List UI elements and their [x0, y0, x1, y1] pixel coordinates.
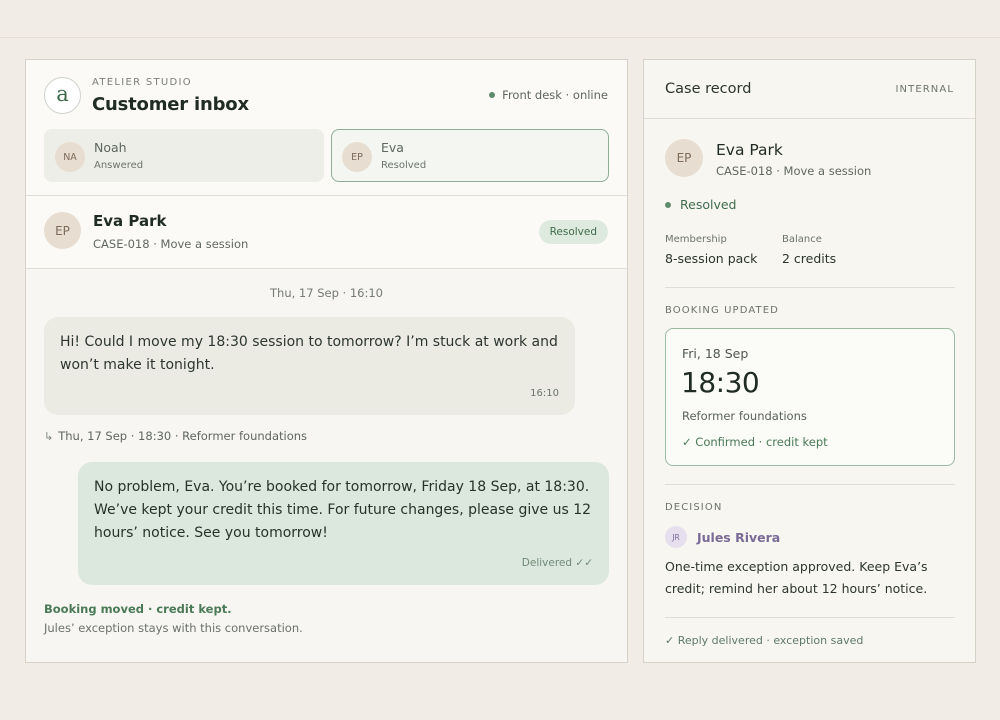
- divider: [665, 287, 955, 288]
- customer-name: Eva Park: [716, 141, 783, 159]
- resolution-note: Booking moved · credit kept.: [44, 602, 232, 616]
- reply-arrow-icon: ↳: [44, 429, 54, 443]
- delivery-status: Delivered ✓✓: [521, 557, 593, 569]
- balance-label: Balance: [782, 234, 822, 245]
- divider: [665, 484, 955, 485]
- decision-section-label: DECISION: [665, 502, 723, 513]
- booking-confirmation: ✓ Confirmed · credit kept: [682, 435, 828, 449]
- contact-case: CASE-018 · Move a session: [93, 237, 249, 251]
- internal-tag: INTERNAL: [895, 84, 954, 95]
- decider-avatar: JR: [665, 526, 687, 548]
- customer-inbox-panel: a ATELIER STUDIO Customer inbox Front de…: [25, 59, 628, 663]
- record-footer-status: ✓ Reply delivered · exception saved: [665, 634, 864, 647]
- membership-value: 8-session pack: [665, 251, 758, 266]
- studio-name: ATELIER STUDIO: [92, 77, 192, 88]
- message-text: No problem, Eva. You’re booked for tomor…: [94, 479, 592, 541]
- inbox-header: a ATELIER STUDIO Customer inbox Front de…: [26, 60, 627, 196]
- top-bar: [0, 0, 1000, 38]
- incoming-message: Hi! Could I move my 18:30 session to tom…: [44, 317, 575, 415]
- status-dot-icon: [665, 201, 671, 208]
- customer-case: CASE-018 · Move a session: [716, 164, 872, 178]
- customer-avatar: EP: [665, 139, 703, 177]
- avatar: EP: [342, 142, 372, 172]
- contact-name: Eva Park: [93, 212, 167, 230]
- booking-card: Fri, 18 Sep 18:30 Reformer foundations ✓…: [665, 328, 955, 466]
- booking-class: Reformer foundations: [682, 409, 807, 423]
- decider: JR Jules Rivera: [665, 526, 780, 548]
- message-time: 16:10: [530, 388, 559, 399]
- case-record-panel: Case record INTERNAL EP Eva Park CASE-01…: [643, 59, 976, 663]
- booking-date: Fri, 18 Sep: [682, 346, 749, 361]
- status-badge: Resolved: [538, 220, 608, 244]
- conversation-status: Answered: [94, 160, 144, 171]
- balance-value: 2 credits: [782, 251, 837, 266]
- booking-section-label: BOOKING UPDATED: [665, 305, 779, 316]
- front-desk-status-label: Front desk · online: [502, 88, 608, 102]
- booking-reference-label: Thu, 17 Sep · 18:30 · Reformer foundatio…: [58, 429, 308, 443]
- day-separator: Thu, 17 Sep · 16:10: [270, 286, 383, 300]
- membership-label: Membership: [665, 234, 727, 245]
- studio-logo: a: [44, 77, 81, 114]
- conversation-status: Resolved: [381, 160, 427, 171]
- conversation-name: Noah: [94, 140, 127, 155]
- conversation-name: Eva: [381, 140, 404, 155]
- case-status: Resolved: [665, 197, 736, 212]
- message-thread: Thu, 17 Sep · 16:10 Hi! Could I move my …: [26, 269, 627, 662]
- conversation-item-noah[interactable]: NA Noah Answered: [44, 129, 324, 182]
- case-status-label: Resolved: [680, 197, 737, 212]
- resolution-subnote: Jules’ exception stays with this convers…: [44, 621, 303, 635]
- contact-avatar: EP: [44, 212, 81, 249]
- divider: [644, 118, 975, 119]
- divider: [665, 617, 955, 618]
- decider-name: Jules Rivera: [697, 529, 781, 545]
- decision-text: One-time exception approved. Keep Eva’s …: [665, 559, 928, 596]
- booking-reference: ↳ Thu, 17 Sep · 18:30 · Reformer foundat…: [44, 429, 307, 443]
- page-title: Customer inbox: [92, 94, 249, 115]
- front-desk-status: Front desk · online: [489, 88, 608, 102]
- case-record-title: Case record: [665, 81, 752, 97]
- booking-time: 18:30: [681, 366, 760, 399]
- outgoing-message: No problem, Eva. You’re booked for tomor…: [78, 462, 609, 585]
- online-dot-icon: [489, 92, 496, 98]
- conversation-item-eva[interactable]: EP Eva Resolved: [331, 129, 609, 182]
- avatar: NA: [55, 142, 85, 172]
- divider: [26, 195, 627, 196]
- message-text: Hi! Could I move my 18:30 session to tom…: [60, 334, 558, 373]
